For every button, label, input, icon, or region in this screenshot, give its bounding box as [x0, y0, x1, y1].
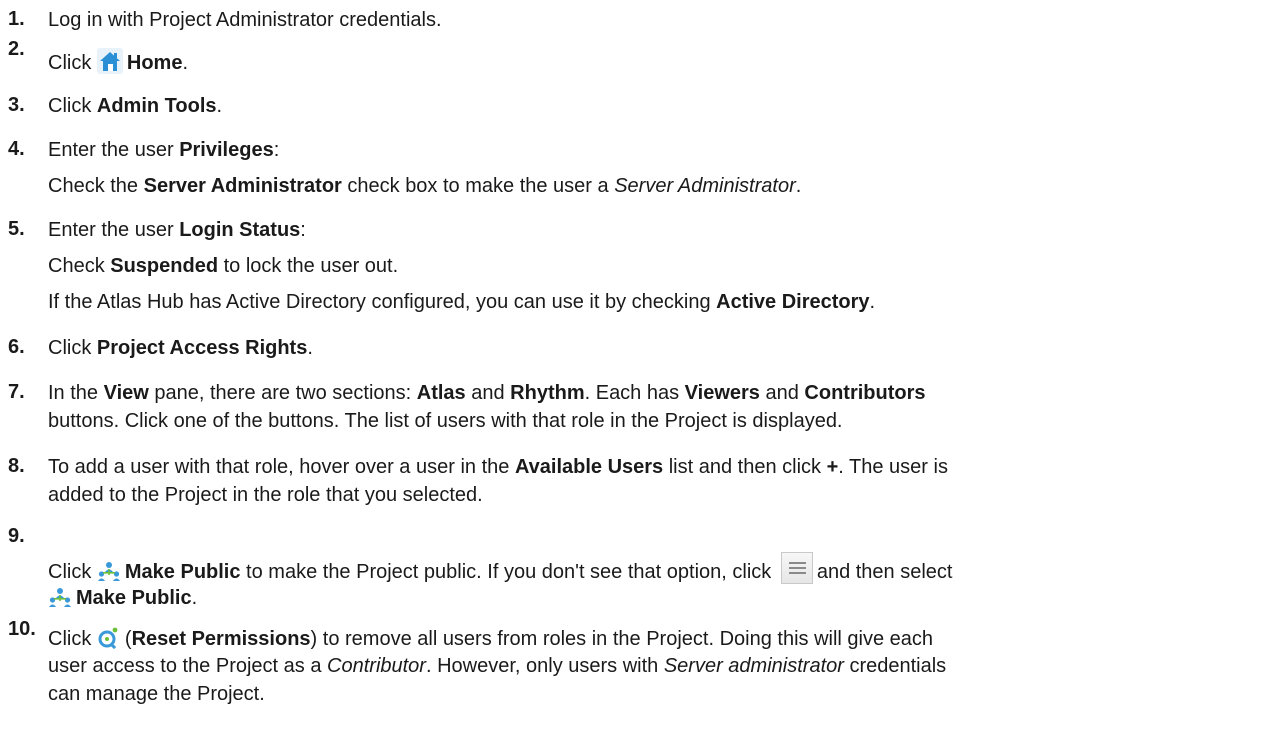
admin-tools-label: Admin Tools	[96, 95, 217, 117]
step-number: 7.	[8, 381, 25, 403]
text-run: Click	[48, 95, 97, 117]
step-number: 6.	[8, 336, 25, 358]
text-run: Click	[48, 561, 97, 583]
step-text: To add a user with that role, hover over…	[48, 455, 948, 479]
text-run: . The user is	[838, 456, 948, 478]
step-number: 2.	[8, 38, 25, 60]
contributor-term: Contributor	[327, 655, 426, 677]
step-number: 10.	[8, 618, 36, 640]
text-run: and then select	[816, 561, 953, 583]
text-run: .	[191, 587, 198, 609]
text-run: Log in with Project Administrator creden…	[48, 9, 442, 31]
text-run: . However, only users with	[425, 655, 664, 677]
make-public-icon	[48, 587, 72, 615]
step-number: 9.	[8, 525, 25, 547]
make-public-icon	[97, 561, 121, 589]
text-run: to lock the user out.	[218, 255, 399, 277]
step-text: Click Home.	[48, 48, 188, 80]
make-public-label: Make Public	[76, 587, 192, 609]
step-text: Enter the user Login Status:	[48, 218, 306, 242]
text-run: credentials	[843, 655, 947, 677]
step-number: 8.	[8, 455, 25, 477]
step-text: If the Atlas Hub has Active Directory co…	[48, 290, 875, 314]
make-public-label: Make Public	[124, 561, 241, 583]
text-run: If the Atlas Hub has Active Directory co…	[48, 291, 717, 313]
text-run: pane, there are two sections:	[148, 382, 417, 404]
text-run: Check	[48, 255, 111, 277]
document: 1. Log in with Project Administrator cre…	[0, 0, 1269, 730]
project-access-rights-label: Project Access Rights	[96, 337, 308, 359]
login-status-label: Login Status	[179, 219, 301, 241]
step-text: added to the Project in the role that yo…	[48, 483, 483, 507]
text-run: buttons. Click one of the buttons. The l…	[48, 410, 843, 432]
text-run: Click	[48, 628, 97, 650]
text-run: Click	[48, 337, 97, 359]
text-run: Enter the user	[48, 139, 180, 161]
step-text: Log in with Project Administrator creden…	[48, 8, 442, 32]
step-text: Click (Reset Permissions) to remove all …	[48, 626, 933, 656]
menu-icon	[780, 552, 813, 584]
server-administrator-term: Server administrator	[663, 655, 844, 677]
step-text: Click Project Access Rights.	[48, 336, 313, 360]
text-run: (	[124, 628, 132, 650]
text-run: .	[182, 52, 189, 74]
step-text: Click Make Public to make the Project pu…	[48, 552, 952, 589]
home-icon	[96, 48, 123, 80]
text-run: Check the	[48, 175, 144, 197]
available-users-label: Available Users	[514, 456, 664, 478]
text-run: .	[795, 175, 802, 197]
step-text: can manage the Project.	[48, 682, 265, 706]
home-label: Home	[126, 52, 183, 74]
text-run: .	[216, 95, 223, 117]
text-run: In the	[48, 382, 104, 404]
rhythm-label: Rhythm	[510, 382, 585, 404]
text-run: and	[465, 382, 511, 404]
reset-permissions-label: Reset Permissions	[131, 628, 311, 650]
server-administrator-term: Server Administrator	[614, 175, 796, 197]
text-run: user access to the Project as a	[48, 655, 328, 677]
contributors-label: Contributors	[804, 382, 926, 404]
step-text: user access to the Project as a Contribu…	[48, 654, 946, 678]
text-run: Click	[48, 52, 97, 74]
server-administrator-label: Server Administrator	[143, 175, 342, 197]
step-number: 1.	[8, 8, 25, 30]
view-label: View	[103, 382, 149, 404]
text-run: .	[307, 337, 313, 359]
step-number: 4.	[8, 138, 25, 160]
step-text: Enter the user Privileges:	[48, 138, 279, 162]
text-run: added to the Project in the role that yo…	[48, 484, 483, 506]
step-text: Make Public.	[48, 586, 197, 615]
text-run: . Each has	[584, 382, 685, 404]
step-number: 5.	[8, 218, 25, 240]
active-directory-label: Active Directory	[716, 291, 870, 313]
text-run: ) to remove all users from roles in the …	[310, 628, 934, 650]
step-text: buttons. Click one of the buttons. The l…	[48, 409, 843, 433]
suspended-label: Suspended	[110, 255, 219, 277]
text-run: :	[273, 139, 280, 161]
step-text: Check Suspended to lock the user out.	[48, 254, 398, 278]
step-text: Check the Server Administrator check box…	[48, 174, 801, 198]
text-run: .	[869, 291, 876, 313]
text-run: to make the Project public. If you don't…	[240, 561, 777, 583]
text-run: can manage the Project.	[48, 683, 265, 705]
text-run: Enter the user	[48, 219, 180, 241]
step-text: In the View pane, there are two sections…	[48, 381, 926, 405]
atlas-label: Atlas	[416, 382, 466, 404]
text-run: :	[300, 219, 306, 241]
reset-permissions-icon	[97, 626, 121, 656]
text-run: check box to make the user a	[341, 175, 615, 197]
viewers-label: Viewers	[684, 382, 760, 404]
text-run: To add a user with that role, hover over…	[48, 456, 515, 478]
text-run: and	[759, 382, 805, 404]
plus-label: +	[826, 456, 839, 478]
text-run: list and then click	[663, 456, 827, 478]
step-number: 3.	[8, 94, 25, 116]
step-text: Click Admin Tools.	[48, 94, 222, 118]
privileges-label: Privileges	[179, 139, 274, 161]
